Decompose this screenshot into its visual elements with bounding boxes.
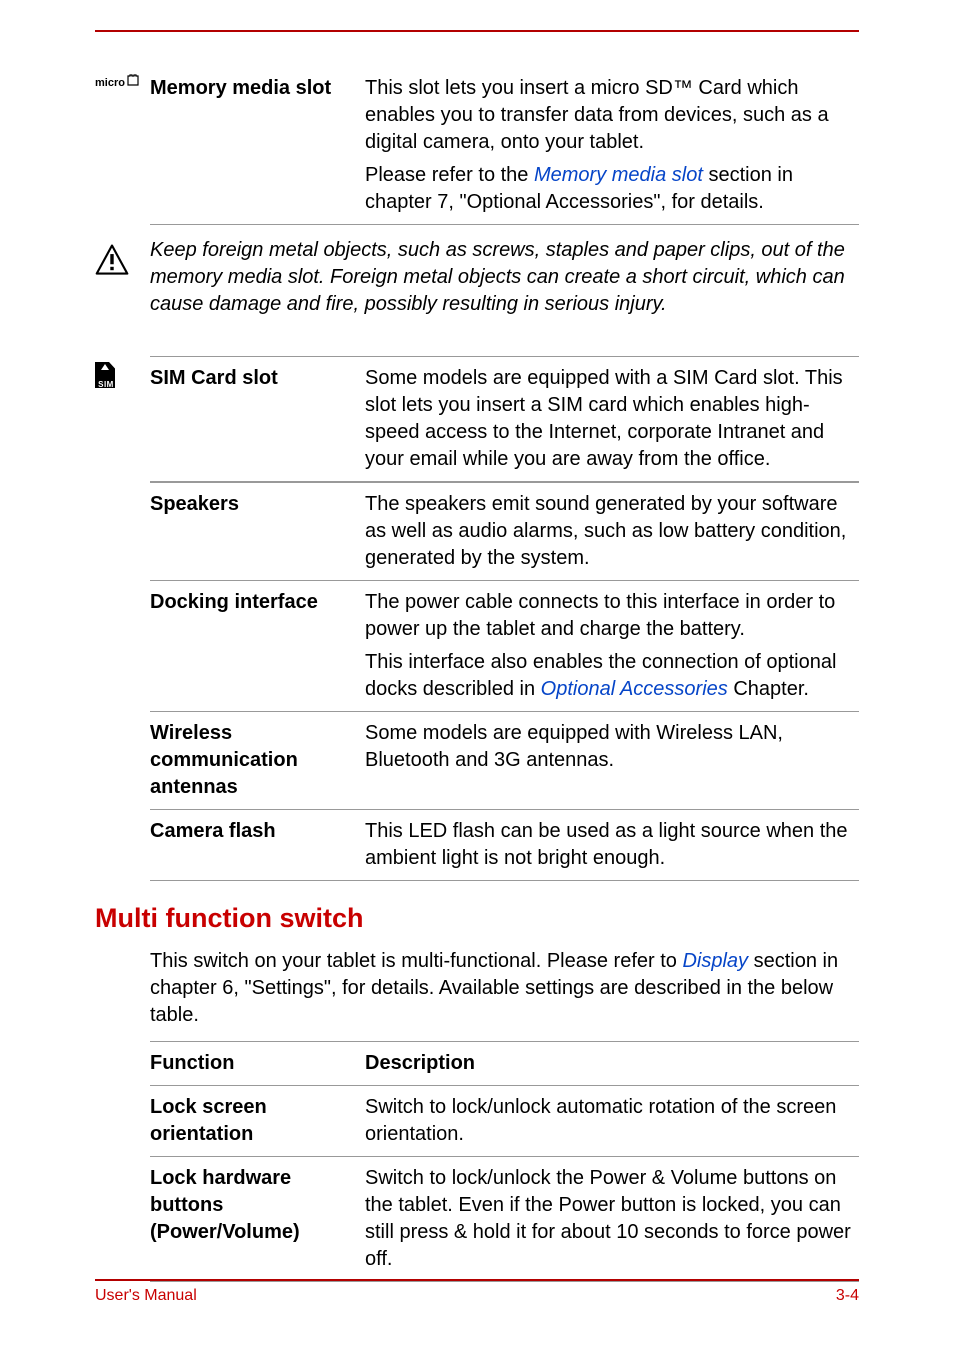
lock-screen-orientation-label: Lock screen orientation — [150, 1094, 365, 1148]
microsd-icon: micro — [95, 77, 141, 89]
warning-text: Keep foreign metal objects, such as scre… — [150, 237, 859, 318]
camera-flash-description: This LED flash can be used as a light so… — [365, 818, 859, 872]
function-header: Function — [150, 1050, 365, 1077]
wireless-antennas-label: Wireless communication antennas — [150, 720, 365, 801]
description-header: Description — [365, 1050, 859, 1077]
wireless-antennas-description: Some models are equipped with Wireless L… — [365, 720, 859, 801]
camera-flash-label: Camera flash — [150, 818, 365, 872]
warning-icon — [95, 243, 129, 277]
multi-function-switch-heading: Multi function switch — [95, 903, 859, 934]
footer-page-number: 3-4 — [836, 1287, 859, 1305]
multi-function-switch-intro: This switch on your tablet is multi-func… — [150, 948, 859, 1029]
speakers-description: The speakers emit sound generated by you… — [365, 491, 859, 572]
docking-interface-label: Docking interface — [150, 589, 365, 703]
sim-card-slot-description: Some models are equipped with a SIM Card… — [365, 365, 859, 473]
footer-manual-title: User's Manual — [95, 1287, 197, 1305]
sim-icon: SIM — [95, 362, 117, 390]
memory-media-slot-description: This slot lets you insert a micro SD™ Ca… — [365, 75, 859, 216]
speakers-label: Speakers — [150, 491, 365, 572]
memory-media-slot-link[interactable]: Memory media slot — [534, 164, 703, 186]
optional-accessories-link[interactable]: Optional Accessories — [541, 678, 728, 700]
lock-hardware-buttons-label: Lock hardware buttons (Power/Volume) — [150, 1165, 365, 1273]
display-link[interactable]: Display — [682, 950, 748, 972]
sim-card-slot-label: SIM Card slot — [150, 365, 365, 473]
docking-interface-description: The power cable connects to this interfa… — [365, 589, 859, 703]
lock-hardware-buttons-description: Switch to lock/unlock the Power & Volume… — [365, 1165, 859, 1273]
memory-media-slot-label: Memory media slot — [150, 75, 365, 216]
lock-screen-orientation-description: Switch to lock/unlock automatic rotation… — [365, 1094, 859, 1148]
